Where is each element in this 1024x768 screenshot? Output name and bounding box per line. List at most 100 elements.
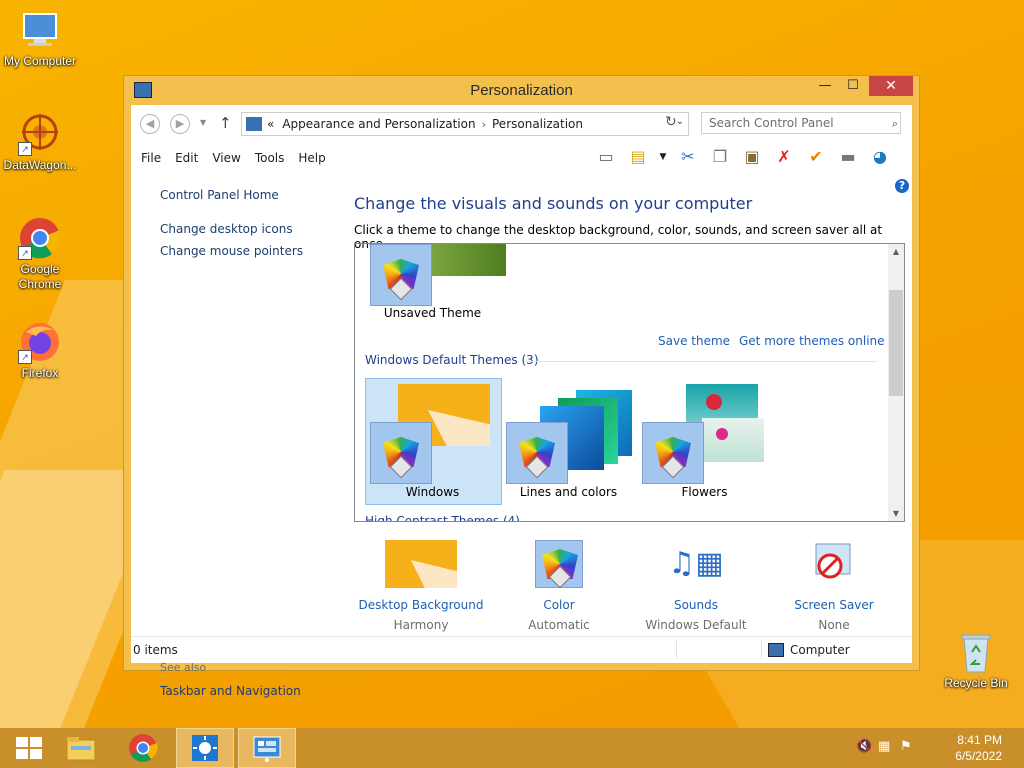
menu-edit[interactable]: Edit [175, 151, 198, 165]
taskbar-personalization[interactable] [176, 728, 234, 768]
theme-label: Lines and colors [519, 485, 618, 499]
chevron-down-icon[interactable]: ⌄ [676, 116, 684, 127]
shortcut-arrow-icon: ↗ [18, 350, 32, 364]
taskbar-file-explorer[interactable] [52, 728, 110, 768]
taskbar-chrome[interactable] [114, 728, 172, 768]
group-title: Windows Default Themes (3) [365, 353, 539, 367]
desktop-icon-firefox[interactable]: ↗ Firefox [0, 320, 80, 381]
taskbar-clock[interactable]: 8:41 PM 6/5/2022 [955, 732, 1002, 764]
theme-palette-icon [506, 422, 568, 484]
close-button[interactable]: ✕ [869, 76, 913, 96]
taskbar: 🔇 ▦ ⚑ 8:41 PM 6/5/2022 [0, 728, 1024, 768]
personalization-window: Personalization — ☐ ✕ ◀ ▶ ▼ ↑ « Appearan… [123, 75, 920, 698]
color-link[interactable]: Color [489, 598, 629, 612]
desktop-icon-recycle-bin[interactable]: Recycle Bin [936, 630, 1016, 691]
cut-icon[interactable]: ✂ [677, 146, 699, 168]
preview-pane-icon[interactable]: ▭ [595, 146, 617, 168]
start-button[interactable] [0, 728, 58, 768]
desktop-background-item[interactable]: Desktop Background Harmony [351, 540, 491, 632]
menu-tools[interactable]: Tools [255, 151, 285, 165]
get-more-themes-link[interactable]: Get more themes online [739, 334, 885, 348]
toolbar: ▭ ▤ ▼ ✂ ❐ ▣ ✗ ✔ ▬ ◕ [595, 146, 891, 168]
paste-icon[interactable]: ▣ [741, 146, 763, 168]
theme-palette-icon [642, 422, 704, 484]
menu-help[interactable]: Help [298, 151, 325, 165]
screen-saver-item[interactable]: Screen Saver None [764, 540, 904, 632]
refresh-icon[interactable]: ↻ [665, 114, 677, 130]
status-location-label: Computer [790, 643, 850, 657]
sounds-link[interactable]: Sounds [626, 598, 766, 612]
scroll-up-arrow-icon[interactable]: ▲ [888, 247, 904, 256]
breadcrumb-appearance[interactable]: Appearance and Personalization [282, 117, 475, 131]
chevron-down-icon[interactable]: ▼ [659, 146, 667, 168]
scroll-down-arrow-icon[interactable]: ▼ [888, 509, 904, 518]
desktop-icon-google-chrome[interactable]: ↗ Google Chrome [0, 216, 80, 292]
help-icon[interactable]: ? [895, 179, 909, 193]
minimize-button[interactable]: — [811, 76, 839, 96]
theme-lines-and-colors[interactable] [506, 384, 636, 484]
desktop-icon-datawagon[interactable]: ↗ DataWagon... [0, 112, 80, 173]
copy-icon[interactable]: ❐ [709, 146, 731, 168]
sun-icon [192, 735, 218, 761]
theme-label: Windows [405, 485, 460, 499]
up-arrow-icon[interactable]: ↑ [219, 114, 232, 132]
computer-icon [768, 643, 784, 657]
computer-icon [18, 8, 62, 52]
address-row: ◀ ▶ ▼ ↑ « Appearance and Personalization… [131, 105, 912, 143]
theme-windows[interactable] [370, 384, 495, 484]
menu-view[interactable]: View [212, 151, 240, 165]
sounds-item[interactable]: ♫▦ Sounds Windows Default [626, 540, 766, 632]
theme-list: Unsaved Theme Save theme Get more themes… [354, 243, 905, 522]
breadcrumb-personalization[interactable]: Personalization [492, 117, 583, 131]
globe-icon[interactable]: ◕ [869, 146, 891, 168]
theme-flowers[interactable] [642, 384, 772, 484]
chrome-icon [129, 734, 158, 762]
folder-options-icon[interactable]: ▤ [627, 146, 649, 168]
address-bar[interactable]: « Appearance and Personalization › Perso… [241, 112, 689, 136]
screen-saver-icon [810, 540, 858, 588]
volume-muted-icon[interactable]: 🔇 [856, 740, 872, 754]
desktop-icon-label: My Computer [3, 54, 77, 68]
recycle-bin-icon [954, 630, 998, 674]
color-icon [535, 540, 583, 589]
page-title: Change the visuals and sounds on your co… [354, 194, 753, 213]
menu-file[interactable]: File [141, 151, 161, 165]
windows-logo-icon [16, 737, 42, 759]
breadcrumb-separator-icon[interactable]: › [482, 118, 486, 131]
chrome-icon: ↗ [18, 216, 62, 260]
action-center-icon[interactable]: ⚑ [900, 740, 914, 754]
forward-button[interactable]: ▶ [170, 114, 190, 134]
vertical-scrollbar[interactable]: ▲ ▼ [888, 244, 904, 521]
recent-locations-dropdown-icon[interactable]: ▼ [200, 118, 206, 127]
desktop-icon-my-computer[interactable]: My Computer [0, 8, 80, 69]
checkmark-icon[interactable]: ✔ [805, 146, 827, 168]
desktop-background-link[interactable]: Desktop Background [351, 598, 491, 612]
maximize-button[interactable]: ☐ [839, 76, 867, 96]
menu-bar: File Edit View Tools Help ▭ ▤ ▼ ✂ ❐ ▣ ✗ … [131, 143, 912, 173]
save-theme-link[interactable]: Save theme [658, 334, 730, 348]
screen-saver-link[interactable]: Screen Saver [764, 598, 904, 612]
status-location: Computer [768, 643, 850, 657]
change-desktop-icons-link[interactable]: Change desktop icons [160, 222, 303, 236]
theme-preview-image [702, 418, 764, 462]
network-icon[interactable]: ▦ [878, 740, 892, 754]
desktop-background-thumbnail [385, 540, 457, 588]
change-mouse-pointers-link[interactable]: Change mouse pointers [160, 244, 303, 258]
title-bar[interactable]: Personalization — ☐ ✕ [124, 76, 919, 104]
unsaved-theme-label: Unsaved Theme [383, 306, 482, 320]
delete-icon[interactable]: ✗ [773, 146, 795, 168]
back-button[interactable]: ◀ [140, 114, 160, 134]
taskbar-control-panel[interactable] [238, 728, 296, 768]
search-input[interactable]: Search Control Panel [701, 112, 901, 134]
taskbar-navigation-link[interactable]: Taskbar and Navigation [160, 684, 301, 698]
desktop-icon-label: DataWagon... [3, 158, 77, 172]
theme-label: Flowers [681, 485, 728, 499]
properties-icon[interactable]: ▬ [837, 146, 859, 168]
left-pane: Control Panel Home Change desktop icons … [160, 188, 303, 266]
color-item[interactable]: Color Automatic [489, 540, 629, 632]
control-panel-home-link[interactable]: Control Panel Home [160, 188, 303, 202]
scrollbar-thumb[interactable] [889, 290, 903, 396]
search-icon[interactable]: ⌕ [892, 117, 898, 131]
status-bar: 0 items Computer [131, 636, 912, 663]
address-overflow-chevron[interactable]: « [267, 117, 274, 131]
